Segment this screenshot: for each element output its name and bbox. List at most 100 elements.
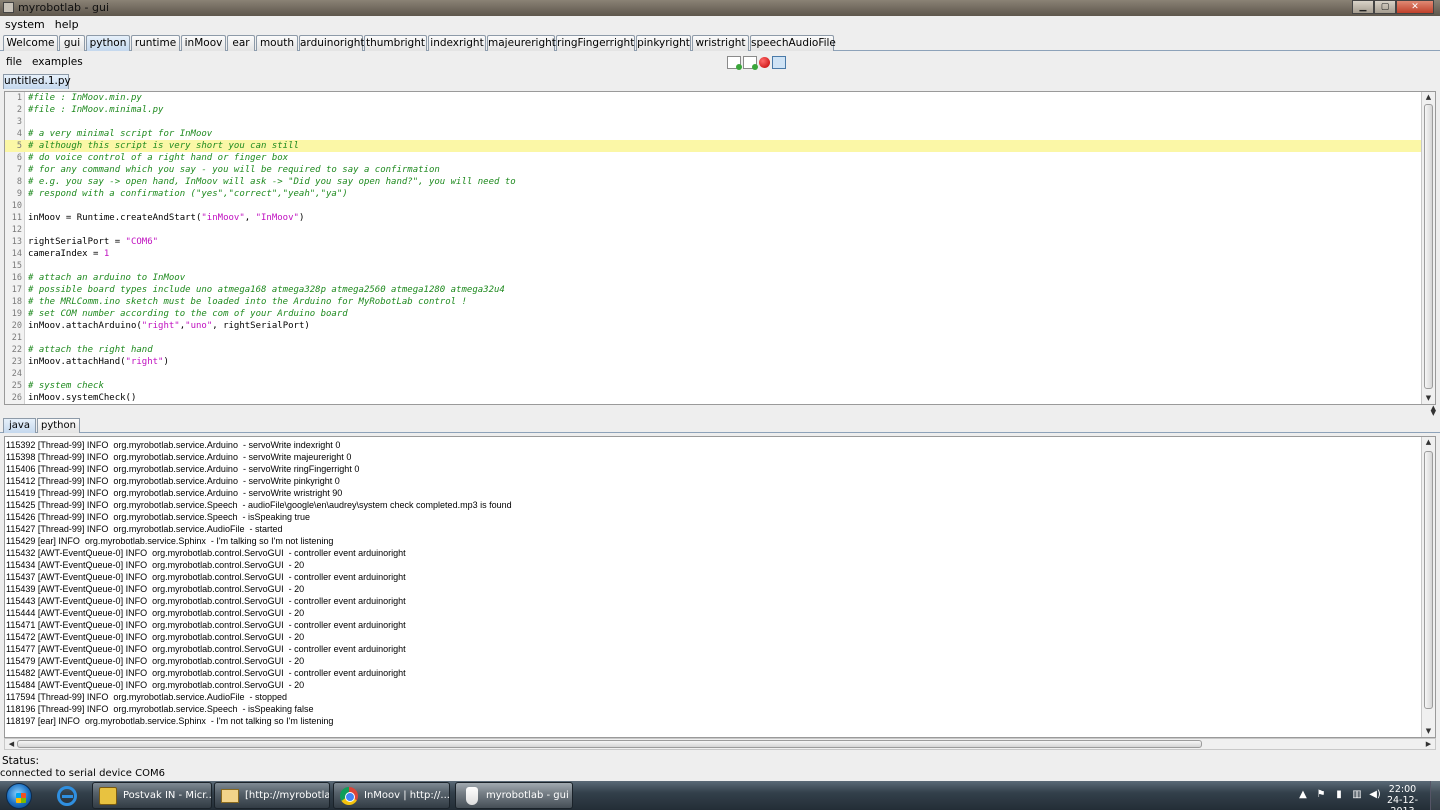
log-line: 115419 [Thread-99] INFO org.myrobotlab.s… <box>6 488 343 498</box>
menu-file[interactable]: file <box>0 56 26 68</box>
code-text: inMoov.systemCheck() <box>28 393 137 403</box>
log-horizontal-scrollbar[interactable]: ◀ ▶ <box>4 738 1436 750</box>
tab-indexright[interactable]: indexright <box>428 35 486 51</box>
execute-script-icon[interactable] <box>772 56 786 69</box>
log-vertical-scrollbar[interactable]: ▲ ▼ <box>1421 437 1435 737</box>
window-controls: ▁ ▢ ✕ <box>1352 0 1434 14</box>
taskbar-item-label: [http://myrobotla... <box>245 790 330 801</box>
tray-network-icon[interactable]: ▥ <box>1351 789 1363 801</box>
open-file-icon[interactable] <box>743 56 758 70</box>
code-text: # set COM number according to the com of… <box>28 309 348 319</box>
line-number: 1 <box>16 93 22 103</box>
scroll-right-icon[interactable]: ▶ <box>1422 739 1435 749</box>
tab-welcome[interactable]: Welcome <box>3 35 58 51</box>
line-number: 26 <box>11 393 22 403</box>
tab-script-file[interactable]: untitled.1.py <box>3 74 71 89</box>
code-line: 11 inMoov = Runtime.createAndStart("inMoo… <box>5 212 1421 224</box>
code-line: 6 # do voice control of a right hand or f… <box>5 152 1421 164</box>
line-number: 8 <box>16 177 22 187</box>
split-pane-divider[interactable]: ▲ ▼ <box>0 405 1440 417</box>
tab-ringfingerright[interactable]: ringFingerright <box>556 35 635 51</box>
line-number: 9 <box>16 189 22 199</box>
tab-gui[interactable]: gui <box>59 35 85 51</box>
code-line: 14 cameraIndex = 1 <box>5 248 1421 260</box>
log-console[interactable]: ▲ ▼ 115392 [Thread-99] INFO org.myrobotl… <box>4 436 1436 738</box>
tab-wristright[interactable]: wristright <box>692 35 749 51</box>
log-scroll-thumb[interactable] <box>1424 451 1433 709</box>
tab-mouth[interactable]: mouth <box>256 35 298 51</box>
line-number: 2 <box>16 105 22 115</box>
log-line: 115444 [AWT-EventQueue-0] INFO org.myrob… <box>6 608 305 618</box>
log-line: 115477 [AWT-EventQueue-0] INFO org.myrob… <box>6 644 406 654</box>
menu-examples[interactable]: examples <box>26 56 87 68</box>
log-line: 115471 [AWT-EventQueue-0] INFO org.myrob… <box>6 620 406 630</box>
tray-flag-icon[interactable]: ⚑ <box>1315 789 1327 801</box>
tab-pinkyright[interactable]: pinkyright <box>636 35 691 51</box>
menu-help[interactable]: help <box>50 16 84 33</box>
tab-ear[interactable]: ear <box>227 35 255 51</box>
tab-inmoov[interactable]: inMoov <box>181 35 226 51</box>
taskbar-clock[interactable]: 22:00 24-12-2013 <box>1380 784 1425 810</box>
tab-majeureright[interactable]: majeureright <box>487 35 556 51</box>
code-text: # possible board types include uno atmeg… <box>28 285 505 295</box>
code-line: 9 # respond with a confirmation ("yes","c… <box>5 188 1421 200</box>
tab-speechaudiofile[interactable]: speechAudioFile <box>750 35 836 51</box>
tray-power-icon[interactable]: ▮ <box>1333 789 1345 801</box>
code-line: 15 <box>5 260 1421 272</box>
tab-thumbright[interactable]: thumbright <box>364 35 427 51</box>
code-line: 22 # attach the right hand <box>5 344 1421 356</box>
log-horizontal-thumb[interactable] <box>17 740 1202 748</box>
minimize-button[interactable]: ▁ <box>1352 0 1374 14</box>
scroll-down-icon[interactable]: ▼ <box>1422 393 1435 404</box>
tab-python-console[interactable]: python <box>37 418 80 433</box>
log-line: 115406 [Thread-99] INFO org.myrobotlab.s… <box>6 464 360 474</box>
code-line: 24 <box>5 368 1421 380</box>
code-text: # for any command which you say - you wi… <box>28 165 440 175</box>
tab-java-console[interactable]: java <box>3 418 36 433</box>
tray-show-hidden-icon[interactable]: ▲ <box>1297 789 1309 801</box>
taskbar-ie-button[interactable] <box>48 783 86 808</box>
taskbar-item-myrobotlab[interactable]: myrobotlab - gui <box>455 782 573 809</box>
tab-python[interactable]: python <box>86 35 130 51</box>
menu-system[interactable]: system <box>0 16 50 33</box>
log-line: 115443 [AWT-EventQueue-0] INFO org.myrob… <box>6 596 406 606</box>
window-title-bar[interactable]: myrobotlab - gui ▁ ▢ ✕ <box>0 0 1440 16</box>
code-line: 17 # possible board types include uno atm… <box>5 284 1421 296</box>
line-number: 4 <box>16 129 22 139</box>
log-scroll-up-icon[interactable]: ▲ <box>1422 437 1435 448</box>
taskbar-item-label: myrobotlab - gui <box>486 790 569 801</box>
stop-record-icon[interactable] <box>759 57 770 68</box>
maximize-button[interactable]: ▢ <box>1374 0 1396 14</box>
new-file-icon[interactable] <box>727 56 742 70</box>
tab-arduinoright[interactable]: arduinoright <box>299 35 365 51</box>
status-text: connected to serial device COM6 <box>0 768 165 779</box>
start-button[interactable] <box>4 781 34 810</box>
close-button[interactable]: ✕ <box>1396 0 1434 14</box>
log-line: 115434 [AWT-EventQueue-0] INFO org.myrob… <box>6 560 305 570</box>
window-title: myrobotlab - gui <box>18 1 110 14</box>
taskbar-item-mail[interactable]: [http://myrobotla... <box>214 782 330 809</box>
line-number: 20 <box>11 321 22 331</box>
split-arrows-icon[interactable]: ▲ ▼ <box>1431 405 1436 417</box>
code-editor[interactable]: 1 #file : InMoov.min.py 2 #file : InMoov.mi… <box>4 91 1436 405</box>
code-text: # a very minimal script for InMoov <box>28 129 213 139</box>
log-scroll-down-icon[interactable]: ▼ <box>1422 726 1435 737</box>
line-number: 23 <box>11 357 22 367</box>
code-line: 21 <box>5 332 1421 344</box>
tab-runtime[interactable]: runtime <box>131 35 180 51</box>
line-number: 24 <box>11 369 22 379</box>
line-number: 6 <box>16 153 22 163</box>
show-desktop-button[interactable] <box>1430 781 1440 810</box>
editor-scroll-thumb[interactable] <box>1424 104 1433 389</box>
log-line: 115432 [AWT-EventQueue-0] INFO org.myrob… <box>6 548 406 558</box>
taskbar-item-outlook[interactable]: Postvak IN - Micr... <box>92 782 212 809</box>
code-text: # do voice control of a right hand or fi… <box>28 153 289 163</box>
outlook-icon <box>99 787 117 805</box>
windows-orb-icon <box>6 783 32 809</box>
scroll-up-icon[interactable]: ▲ <box>1422 92 1435 103</box>
code-text: # attach an arduino to InMoov <box>28 273 186 283</box>
editor-vertical-scrollbar[interactable]: ▲ ▼ <box>1421 92 1435 404</box>
code-line: 2 #file : InMoov.minimal.py <box>5 104 1421 116</box>
taskbar: Postvak IN - Micr... [http://myrobotla..… <box>0 781 1440 810</box>
taskbar-item-chrome[interactable]: InMoov | http://... <box>333 782 450 809</box>
